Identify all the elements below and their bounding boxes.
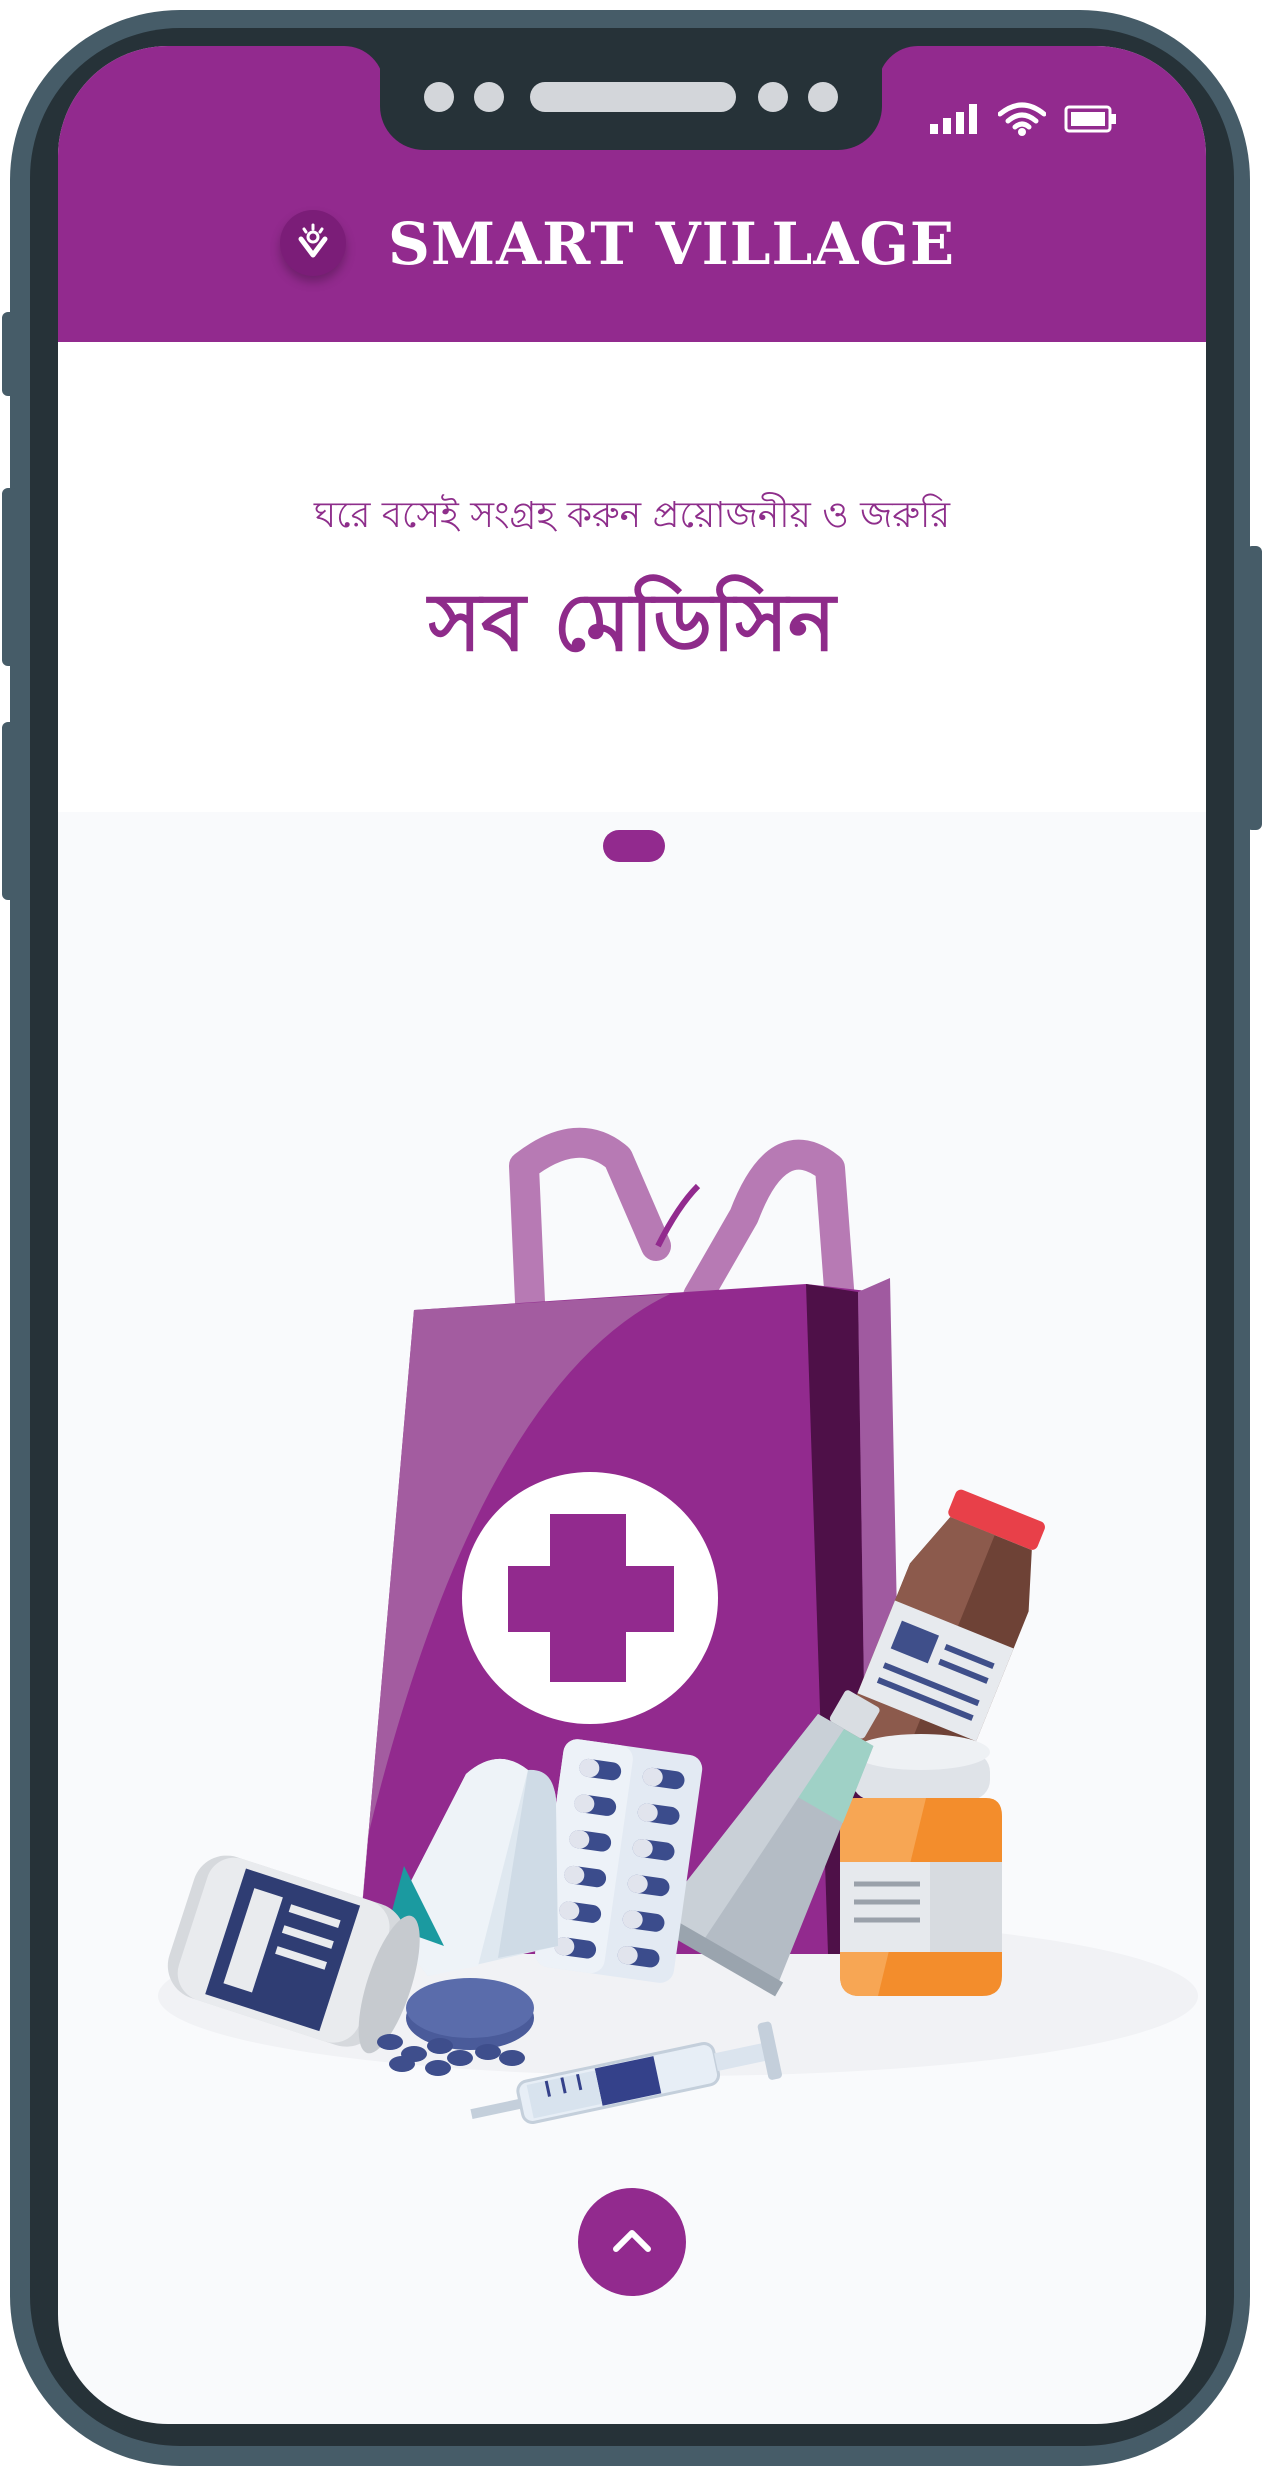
phone-side-button-volume-up	[2, 488, 18, 666]
phone-side-button-power	[1246, 546, 1262, 830]
phone-side-button-volume-down	[2, 722, 18, 900]
phone-side-button-mute	[2, 312, 18, 396]
scroll-up-button[interactable]	[578, 2188, 686, 2296]
phone-screen: SMART VILLAGE ঘরে বসেই সংগ্রহ করুন প্রয়…	[58, 46, 1206, 2424]
medicine-shopping-bag-illustration	[158, 1127, 1198, 2124]
bag-handle	[509, 1127, 855, 1317]
chevron-up-icon	[610, 2225, 654, 2259]
orange-pill-jar	[840, 1734, 1002, 1996]
